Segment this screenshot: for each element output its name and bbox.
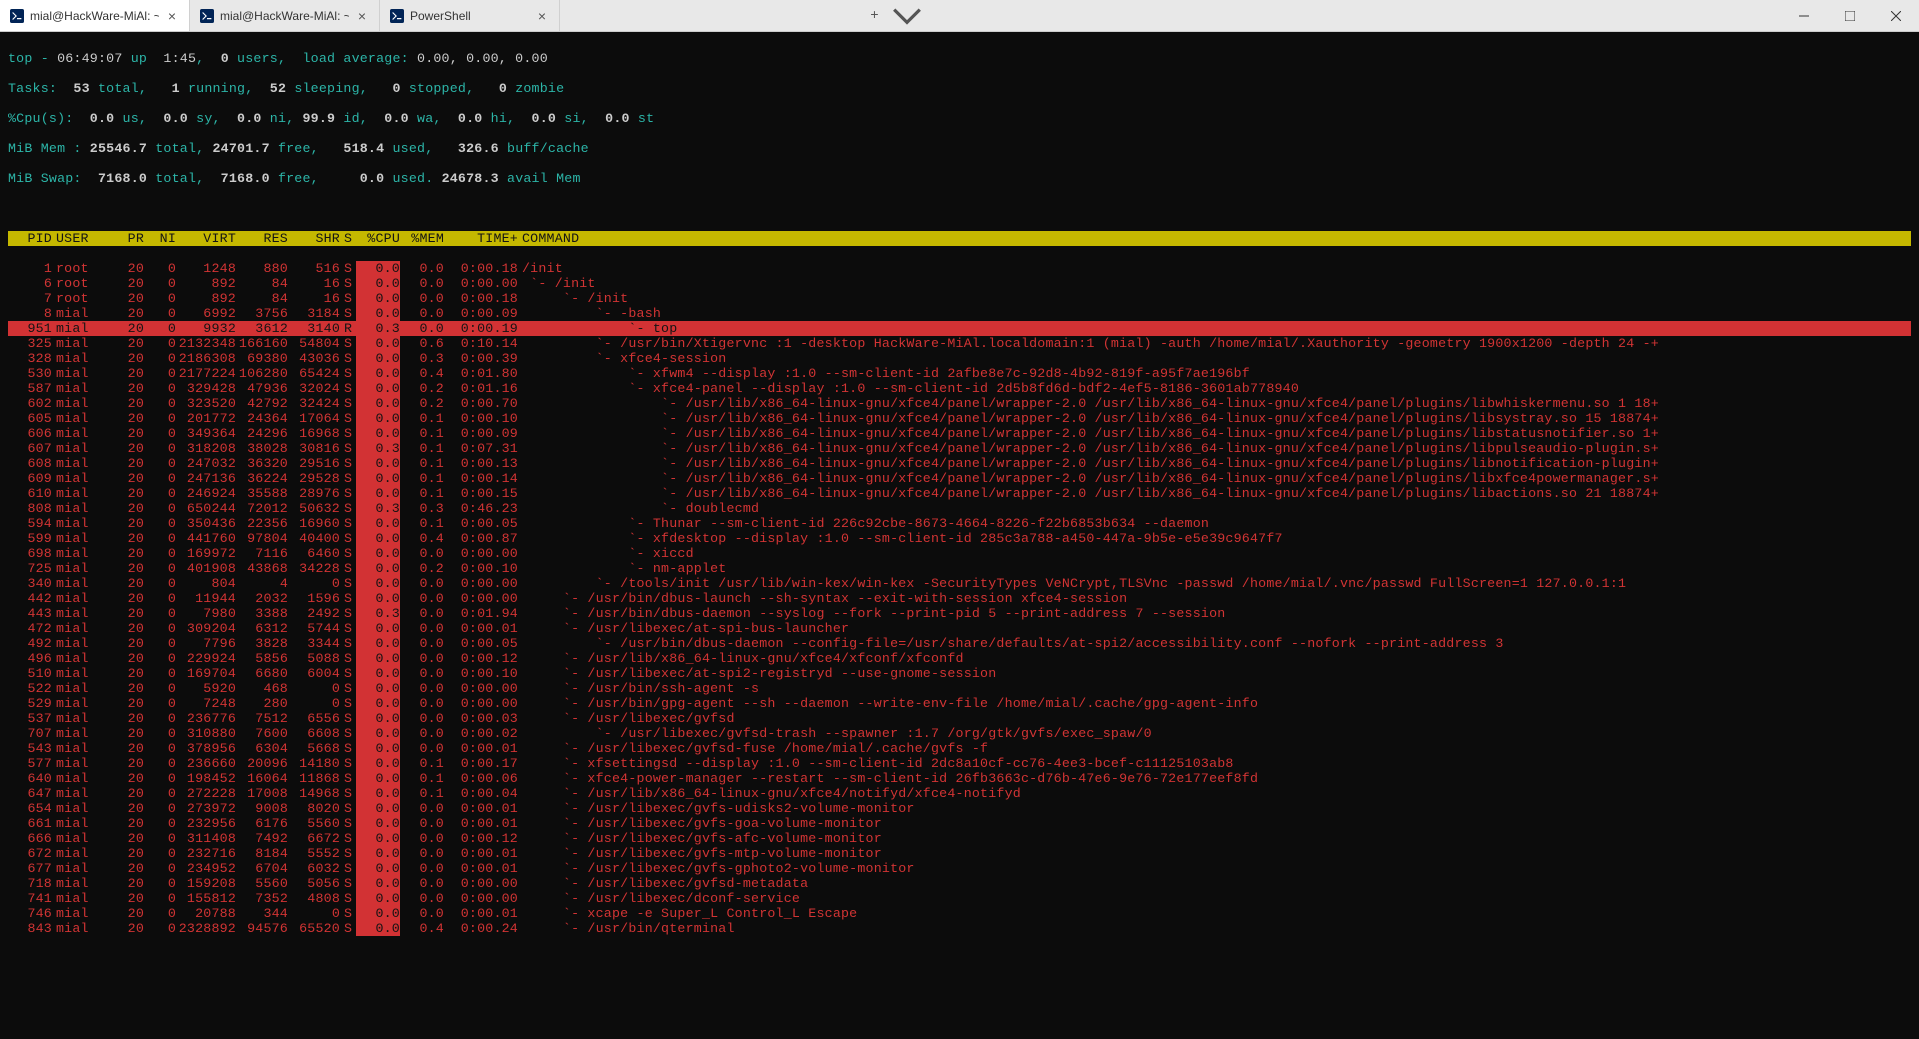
process-row: 741mial20015581273524808S0.00.00:00.00 `…: [8, 891, 1911, 906]
tab-0[interactable]: mial@HackWare-MiAl: ~ ×: [0, 0, 190, 31]
process-row: 594mial2003504362235616960S0.00.10:00.05…: [8, 516, 1911, 531]
process-row: 530mial200217722410628065424S0.00.40:01.…: [8, 366, 1911, 381]
tab-2[interactable]: PowerShell ×: [380, 0, 560, 31]
process-row: 718mial20015920855605056S0.00.00:00.00 `…: [8, 876, 1911, 891]
process-row: 587mial2003294284793632024S0.00.20:01.16…: [8, 381, 1911, 396]
process-row: 543mial20037895663045668S0.00.00:00.01 `…: [8, 741, 1911, 756]
process-row: 328mial20021863086938043036S0.00.30:00.3…: [8, 351, 1911, 366]
close-tab-icon[interactable]: ×: [535, 9, 549, 23]
process-row: 599mial2004417609780440400S0.00.40:00.87…: [8, 531, 1911, 546]
process-row: 808mial2006502447201250632S0.30.30:46.23…: [8, 501, 1911, 516]
process-row: 496mial20022992458565088S0.00.00:00.12 `…: [8, 651, 1911, 666]
process-row: 677mial20023495267046032S0.00.00:00.01 `…: [8, 861, 1911, 876]
col-command: COMMAND: [518, 231, 1911, 246]
col-ni: NI: [144, 231, 176, 246]
process-header-row: PID USER PR NI VIRT RES SHR S %CPU %MEM …: [8, 231, 1911, 246]
process-row: 654mial20027397290088020S0.00.00:00.01 `…: [8, 801, 1911, 816]
process-row: 8mial200699237563184S0.00.00:00.09 `- -b…: [8, 306, 1911, 321]
titlebar: mial@HackWare-MiAl: ~×mial@HackWare-MiAl…: [0, 0, 1919, 32]
window-controls: [1781, 0, 1919, 31]
tab-dropdown-button[interactable]: [891, 0, 923, 31]
terminal-icon: [10, 9, 24, 23]
col-pr: PR: [112, 231, 144, 246]
tab-title: mial@HackWare-MiAl: ~: [220, 9, 349, 23]
powershell-icon: [390, 9, 404, 23]
process-row: 607mial2003182083802830816S0.30.10:07.31…: [8, 441, 1911, 456]
col-s: S: [340, 231, 356, 246]
minimize-button[interactable]: [1781, 0, 1827, 31]
top-summary-cpu: %Cpu(s): 0.0 us, 0.0 sy, 0.0 ni, 99.9 id…: [8, 111, 1911, 126]
col-res: RES: [236, 231, 288, 246]
col-time: TIME+: [444, 231, 518, 246]
process-row: 529mial20072482800S0.00.00:00.00 `- /usr…: [8, 696, 1911, 711]
terminal-output[interactable]: top - 06:49:07 up 1:45, 0 users, load av…: [0, 32, 1919, 1039]
col-user: USER: [52, 231, 112, 246]
new-tab-button[interactable]: +: [859, 0, 891, 31]
process-row: 707mial20031088076006608S0.00.00:00.02 `…: [8, 726, 1911, 741]
process-row: 951mial200993236123140R0.30.00:00.19 `- …: [8, 321, 1911, 336]
close-button[interactable]: [1873, 0, 1919, 31]
col-pid: PID: [8, 231, 52, 246]
top-summary-tasks: Tasks: 53 total, 1 running, 52 sleeping,…: [8, 81, 1911, 96]
process-row: 7root2008928416S0.00.00:00.18 `- /init: [8, 291, 1911, 306]
close-tab-icon[interactable]: ×: [165, 9, 179, 23]
process-row: 492mial200779638283344S0.00.00:00.05 `- …: [8, 636, 1911, 651]
process-row: 666mial20031140874926672S0.00.00:00.12 `…: [8, 831, 1911, 846]
process-row: 6root2008928416S0.00.00:00.00 `- /init: [8, 276, 1911, 291]
col-cpu: %CPU: [356, 231, 400, 246]
tab-title: PowerShell: [410, 9, 529, 23]
process-row: 640mial2001984521606411868S0.00.10:00.06…: [8, 771, 1911, 786]
top-summary-mem: MiB Mem : 25546.7 total, 24701.7 free, 5…: [8, 141, 1911, 156]
process-row: 1root2001248880516S0.00.00:00.18/init: [8, 261, 1911, 276]
tabs-area: mial@HackWare-MiAl: ~×mial@HackWare-MiAl…: [0, 0, 859, 31]
process-row: 661mial20023295661765560S0.00.00:00.01 `…: [8, 816, 1911, 831]
process-row: 472mial20030920463125744S0.00.00:00.01 `…: [8, 621, 1911, 636]
process-row: 510mial20016970466806004S0.00.00:00.10 `…: [8, 666, 1911, 681]
top-summary-swap: MiB Swap: 7168.0 total, 7168.0 free, 0.0…: [8, 171, 1911, 186]
process-row: 672mial20023271681845552S0.00.00:00.01 `…: [8, 846, 1911, 861]
process-row: 725mial2004019084386834228S0.00.20:00.10…: [8, 561, 1911, 576]
process-row: 605mial2002017722436417064S0.00.10:00.10…: [8, 411, 1911, 426]
process-row: 325mial200213234816616054804S0.00.60:10.…: [8, 336, 1911, 351]
process-row: 610mial2002469243558828976S0.00.10:00.15…: [8, 486, 1911, 501]
process-row: 608mial2002470323632029516S0.00.10:00.13…: [8, 456, 1911, 471]
process-row: 577mial2002366602009614180S0.00.10:00.17…: [8, 756, 1911, 771]
col-shr: SHR: [288, 231, 340, 246]
terminal-icon: [200, 9, 214, 23]
process-row: 443mial200798033882492S0.30.00:01.94 `- …: [8, 606, 1911, 621]
process-row: 340mial20080440S0.00.00:00.00 `- /tools/…: [8, 576, 1911, 591]
col-virt: VIRT: [176, 231, 236, 246]
process-row: 537mial20023677675126556S0.00.00:00.03 `…: [8, 711, 1911, 726]
process-row: 602mial2003235204279232424S0.00.20:00.70…: [8, 396, 1911, 411]
process-row: 609mial2002471363622429528S0.00.10:00.14…: [8, 471, 1911, 486]
process-row: 606mial2003493642429616968S0.00.10:00.09…: [8, 426, 1911, 441]
process-row: 746mial200207883440S0.00.00:00.01 `- xca…: [8, 906, 1911, 921]
col-mem: %MEM: [400, 231, 444, 246]
tab-1[interactable]: mial@HackWare-MiAl: ~ ×: [190, 0, 380, 31]
tab-title: mial@HackWare-MiAl: ~: [30, 9, 159, 23]
process-row: 843mial20023288929457665520S0.00.40:00.2…: [8, 921, 1911, 936]
process-list: 1root2001248880516S0.00.00:00.18/init6ro…: [8, 261, 1911, 936]
process-row: 698mial20016997271166460S0.00.00:00.00 `…: [8, 546, 1911, 561]
process-row: 522mial20059204680S0.00.00:00.00 `- /usr…: [8, 681, 1911, 696]
close-tab-icon[interactable]: ×: [355, 9, 369, 23]
process-row: 442mial2001194420321596S0.00.00:00.00 `-…: [8, 591, 1911, 606]
process-row: 647mial2002722281700814968S0.00.10:00.04…: [8, 786, 1911, 801]
top-summary-line1: top - 06:49:07 up 1:45, 0 users, load av…: [8, 51, 1911, 66]
maximize-button[interactable]: [1827, 0, 1873, 31]
